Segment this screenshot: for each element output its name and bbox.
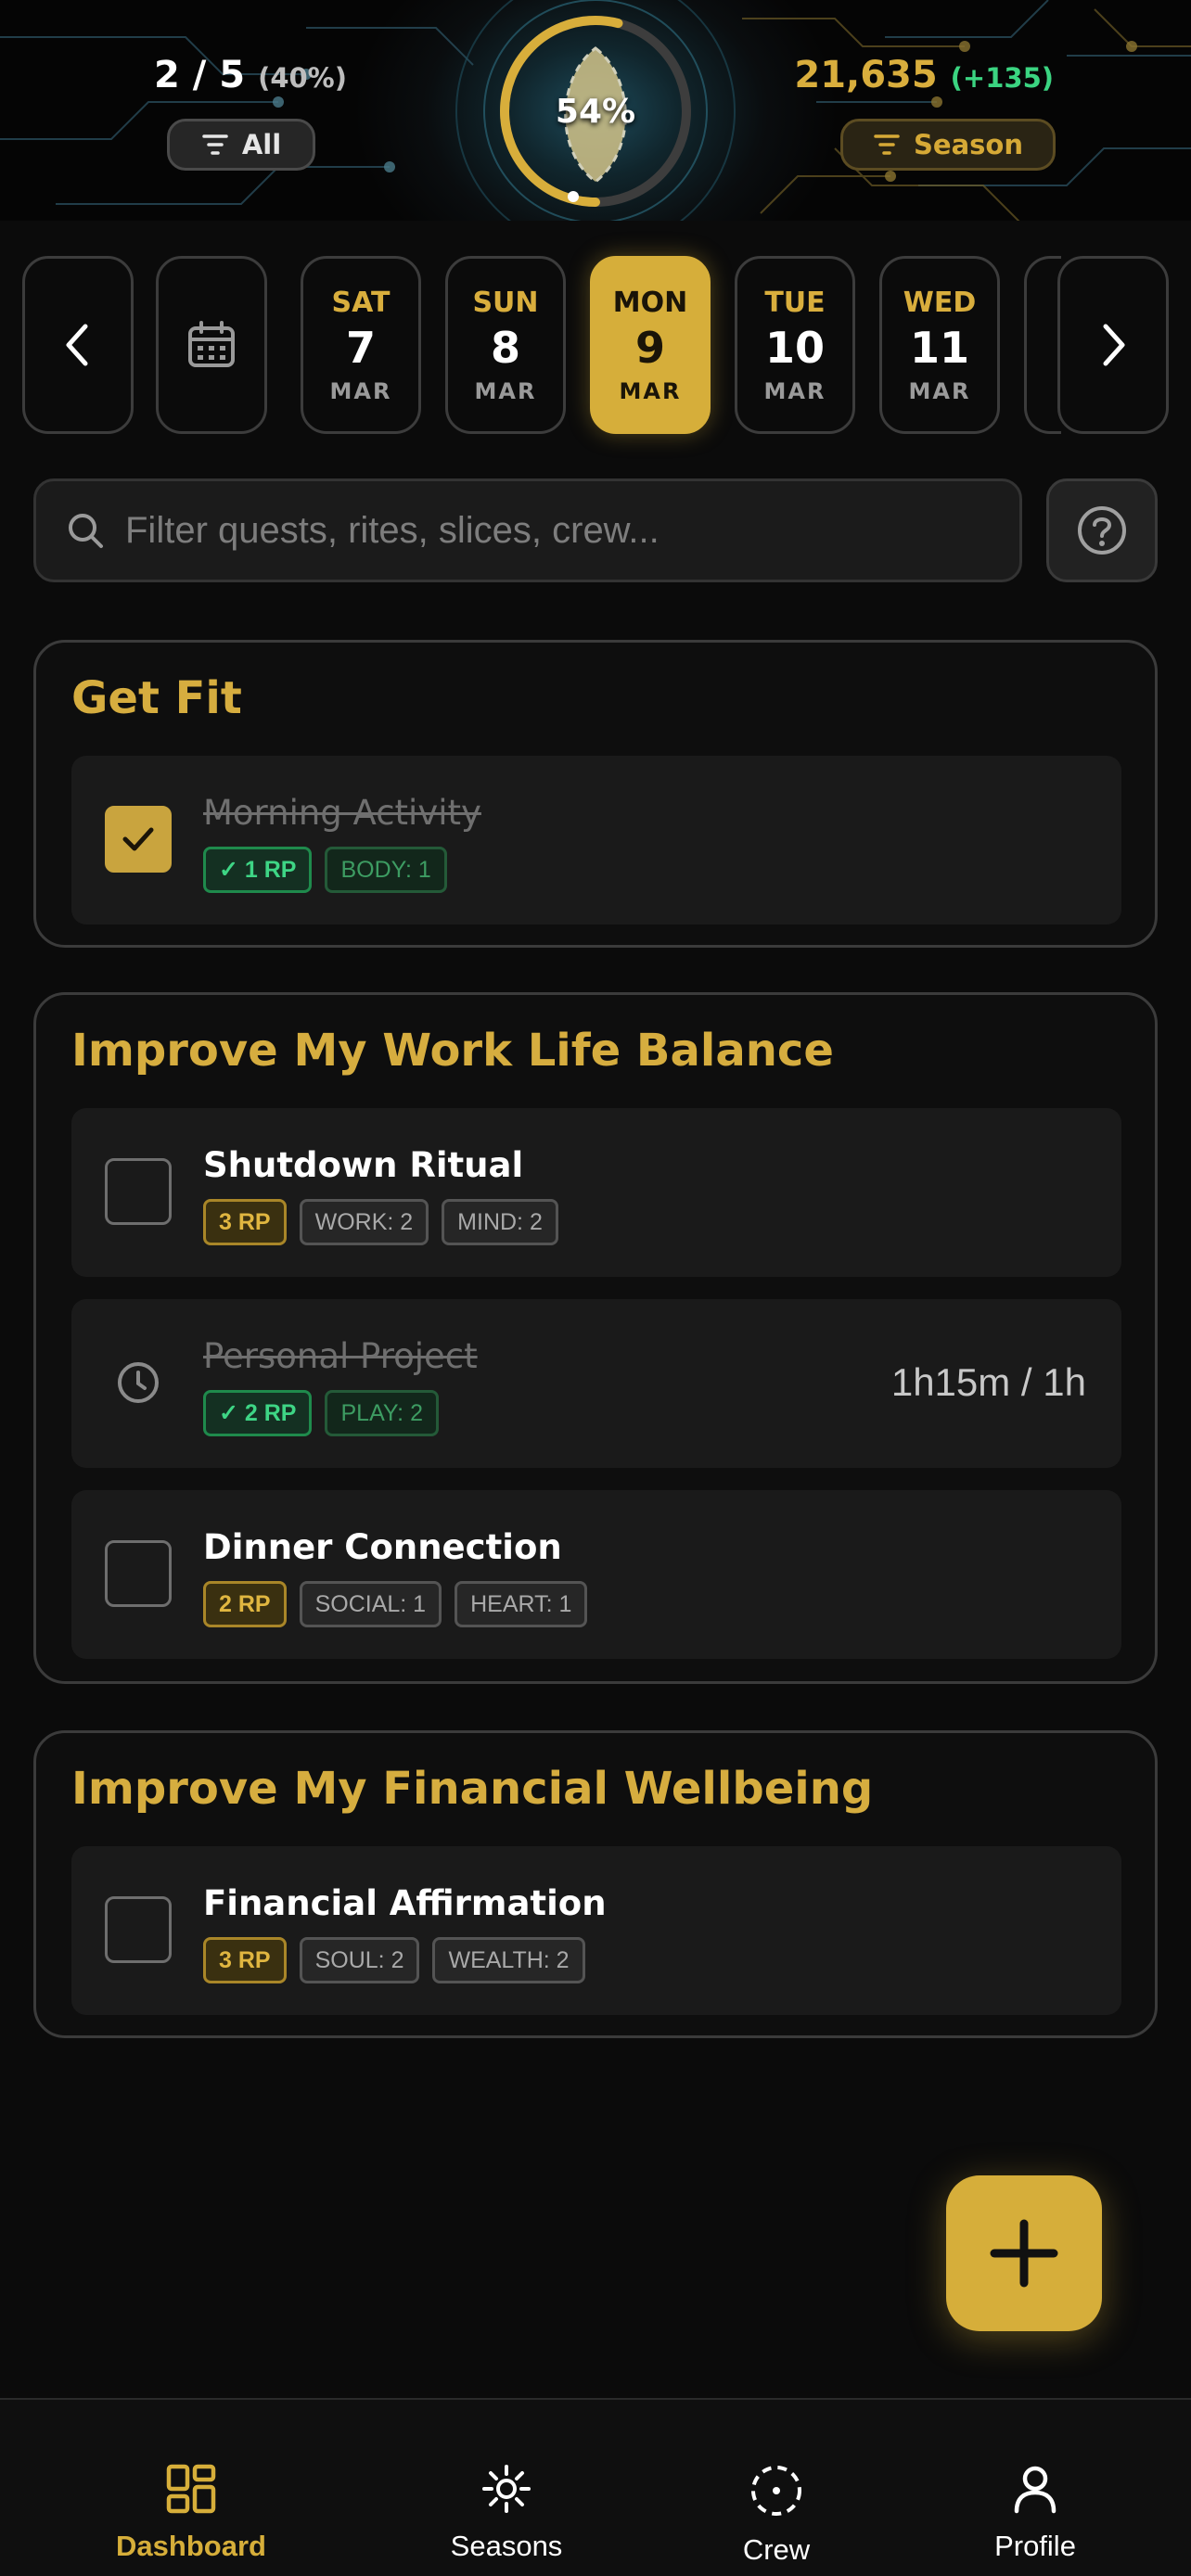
- rp-badge: 3 RP: [203, 1199, 287, 1245]
- completed-count: 2 / 5 (40%): [154, 54, 347, 96]
- date-tue-10[interactable]: TUE 10 MAR: [735, 256, 855, 434]
- nav-profile[interactable]: Profile: [915, 2400, 1156, 2576]
- points-value: 21,635: [794, 54, 938, 96]
- task-morning-activity[interactable]: Morning Activity ✓ 1 RP BODY: 1: [71, 756, 1121, 925]
- date-sun-8[interactable]: SUN 8 MAR: [445, 256, 566, 434]
- date-next-partial[interactable]: [1024, 256, 1061, 434]
- rp-badge: ✓ 2 RP: [203, 1390, 313, 1436]
- completed-percent: (40%): [258, 62, 347, 94]
- task-title: Shutdown Ritual: [203, 1145, 524, 1185]
- stats-header: 2 / 5 (40%) 54% All 21,635 (+135) Season: [0, 0, 1191, 221]
- calendar-icon: [188, 321, 235, 367]
- quest-card-get-fit: Get Fit Morning Activity ✓ 1 RP BODY: 1: [33, 640, 1158, 948]
- task-shutdown-ritual[interactable]: Shutdown Ritual 3 RP WORK: 2 MIND: 2: [71, 1108, 1121, 1277]
- search-input[interactable]: [125, 509, 960, 552]
- help-icon: [1078, 506, 1126, 555]
- task-dinner-connection[interactable]: Dinner Connection 2 RP SOCIAL: 1 HEART: …: [71, 1490, 1121, 1659]
- task-title: Financial Affirmation: [203, 1883, 607, 1923]
- quest-title: Improve My Financial Wellbeing: [71, 1763, 874, 1815]
- date-wed-11[interactable]: WED 11 MAR: [879, 256, 1000, 434]
- filter-icon: [202, 134, 228, 155]
- points-total: 21,635 (+135): [794, 54, 1054, 96]
- bottom-navigation: Dashboard Seasons Crew Profile: [0, 2398, 1191, 2576]
- plus-icon: [990, 2219, 1058, 2288]
- filter-season-button[interactable]: Season: [840, 119, 1056, 171]
- quest-card-financial-wellbeing: Improve My Financial Wellbeing Financial…: [33, 1730, 1158, 2038]
- nav-label: Crew: [742, 2533, 811, 2566]
- date-mon-9-selected[interactable]: MON 9 MAR: [590, 256, 711, 434]
- date-month: MAR: [763, 377, 826, 404]
- rp-badge: ✓ 1 RP: [203, 847, 313, 893]
- checkmark-icon: [122, 827, 154, 851]
- stat-badge: PLAY: 2: [325, 1390, 439, 1436]
- task-financial-affirmation[interactable]: Financial Affirmation 3 RP SOUL: 2 WEALT…: [71, 1846, 1121, 2015]
- task-checkbox-checked[interactable]: [105, 806, 172, 873]
- rp-badge: 3 RP: [203, 1937, 287, 1983]
- search-bar[interactable]: [33, 478, 1022, 582]
- profile-icon: [1014, 2466, 1057, 2514]
- task-title: Morning Activity: [203, 793, 481, 833]
- rp-badge: 2 RP: [203, 1581, 287, 1627]
- nav-label: Profile: [994, 2530, 1076, 2562]
- stat-badge: BODY: 1: [325, 847, 447, 893]
- date-sat-7[interactable]: SAT 7 MAR: [301, 256, 421, 434]
- completed-ratio: 2 / 5: [154, 54, 246, 96]
- task-personal-project[interactable]: Personal Project ✓ 2 RP PLAY: 2 1h15m / …: [71, 1299, 1121, 1468]
- points-delta: (+135): [950, 62, 1054, 94]
- nav-label: Dashboard: [116, 2530, 266, 2562]
- nav-dashboard[interactable]: Dashboard: [70, 2400, 312, 2576]
- date-day: 7: [345, 322, 376, 373]
- date-month: MAR: [619, 377, 682, 404]
- stat-badge: WORK: 2: [299, 1199, 429, 1245]
- quest-title: Get Fit: [71, 672, 242, 724]
- ring-percent-label: 54%: [555, 93, 636, 131]
- date-day: 9: [634, 322, 665, 373]
- task-checkbox[interactable]: [105, 1540, 172, 1607]
- nav-label: Seasons: [450, 2530, 563, 2562]
- date-month: MAR: [329, 377, 392, 404]
- stat-badge: WEALTH: 2: [432, 1937, 585, 1983]
- add-button[interactable]: [946, 2175, 1102, 2331]
- nav-seasons[interactable]: Seasons: [386, 2400, 627, 2576]
- quest-card-work-life-balance: Improve My Work Life Balance Shutdown Ri…: [33, 992, 1158, 1684]
- filter-all-button[interactable]: All: [167, 119, 315, 171]
- stat-badge: SOCIAL: 1: [299, 1581, 442, 1627]
- stat-badge: HEART: 1: [455, 1581, 588, 1627]
- task-timer: 1h15m / 1h: [890, 1360, 1086, 1404]
- date-weekday: SUN: [472, 286, 539, 319]
- help-button[interactable]: [1046, 478, 1158, 582]
- seasons-icon: [482, 2465, 531, 2513]
- stat-badge: SOUL: 2: [299, 1937, 420, 1983]
- chevron-right-icon: [1103, 324, 1125, 366]
- filter-icon: [874, 134, 900, 155]
- next-date-button[interactable]: [1057, 256, 1169, 434]
- task-checkbox[interactable]: [105, 1896, 172, 1963]
- date-day: 11: [909, 322, 969, 373]
- crew-icon: [751, 2466, 801, 2516]
- date-weekday: SAT: [331, 286, 391, 319]
- date-day: 10: [764, 322, 825, 373]
- clock-icon: [118, 1362, 159, 1403]
- date-weekday: MON: [612, 286, 688, 319]
- date-day: 8: [490, 322, 520, 373]
- task-title: Dinner Connection: [203, 1527, 562, 1567]
- date-month: MAR: [474, 377, 537, 404]
- date-month: MAR: [908, 377, 971, 404]
- prev-date-button[interactable]: [22, 256, 134, 434]
- task-checkbox[interactable]: [105, 1158, 172, 1225]
- dashboard-icon: [166, 2464, 216, 2514]
- chevron-left-icon: [66, 324, 88, 366]
- calendar-button[interactable]: [156, 256, 267, 434]
- filter-all-label: All: [241, 129, 282, 160]
- filter-season-label: Season: [914, 129, 1023, 160]
- nav-crew[interactable]: Crew: [656, 2400, 897, 2576]
- date-weekday: TUE: [764, 286, 826, 319]
- task-title: Personal Project: [203, 1336, 478, 1376]
- stat-badge: MIND: 2: [442, 1199, 558, 1245]
- search-icon: [69, 514, 103, 548]
- quest-title: Improve My Work Life Balance: [71, 1025, 834, 1077]
- date-weekday: WED: [903, 286, 977, 319]
